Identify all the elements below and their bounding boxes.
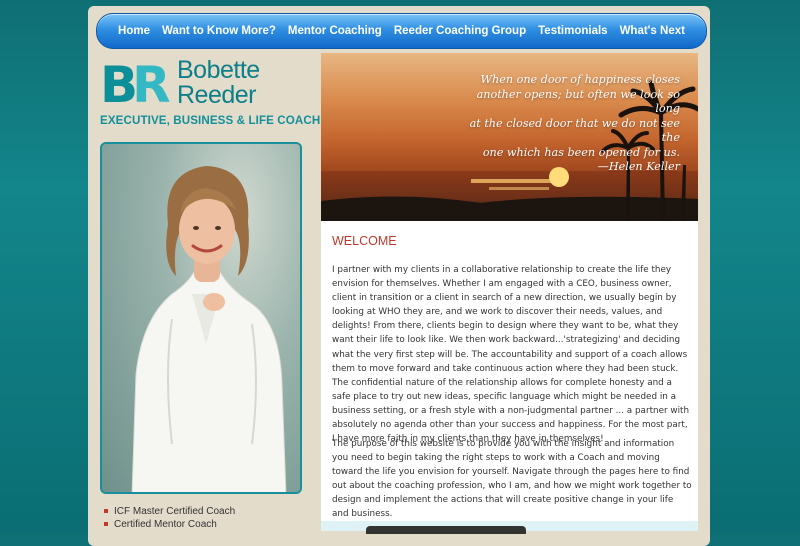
- nav-whats-next[interactable]: What's Next: [620, 25, 685, 37]
- welcome-paragraph-1: I partner with my clients in a collabora…: [332, 265, 690, 445]
- nav-reeder-coaching-group[interactable]: Reeder Coaching Group: [394, 25, 526, 37]
- footer-strip: [321, 521, 698, 534]
- logo-last-name: Reeder: [177, 81, 256, 109]
- nav-testimonials[interactable]: Testimonials: [538, 25, 607, 37]
- footer-button[interactable]: [366, 526, 526, 534]
- logo-first-name: Bobette: [177, 56, 260, 84]
- welcome-heading: WELCOME: [332, 234, 397, 248]
- logo-name: Bobette Reeder: [177, 58, 260, 108]
- main-nav: Home Want to Know More? Mentor Coaching …: [96, 13, 707, 49]
- coach-portrait: [100, 142, 302, 494]
- credentials-list: ICF Master Certified Coach Certified Men…: [104, 505, 235, 531]
- nav-home[interactable]: Home: [118, 25, 150, 37]
- nav-want-to-know-more[interactable]: Want to Know More?: [162, 25, 276, 37]
- logo-tagline: EXECUTIVE, BUSINESS & LIFE COACH: [100, 114, 321, 127]
- logo-monogram: BR: [100, 56, 171, 114]
- credential-item: Certified Mentor Coach: [104, 518, 235, 531]
- site-logo[interactable]: BR Bobette Reeder EXECUTIVE, BUSINESS & …: [100, 56, 320, 133]
- hero-banner: When one door of happiness closes anothe…: [321, 53, 698, 221]
- welcome-section: WELCOME I partner with my clients in a c…: [321, 221, 698, 521]
- credential-item: ICF Master Certified Coach: [104, 505, 235, 518]
- hero-quote: When one door of happiness closes anothe…: [469, 73, 680, 173]
- welcome-paragraph-2: The purpose of this website is to provid…: [332, 439, 692, 520]
- nav-mentor-coaching[interactable]: Mentor Coaching: [288, 25, 382, 37]
- portrait-figure: [131, 166, 287, 492]
